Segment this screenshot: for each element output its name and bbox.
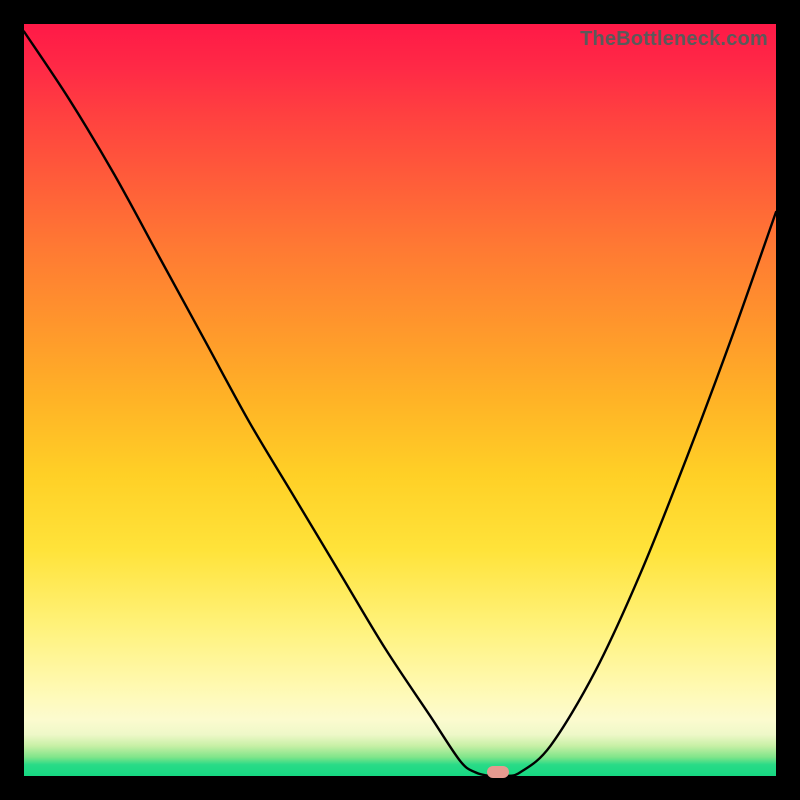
chart-frame: TheBottleneck.com: [0, 0, 800, 800]
optimal-marker: [487, 766, 509, 778]
plot-area: TheBottleneck.com: [24, 24, 776, 776]
bottleneck-curve: [24, 24, 776, 776]
